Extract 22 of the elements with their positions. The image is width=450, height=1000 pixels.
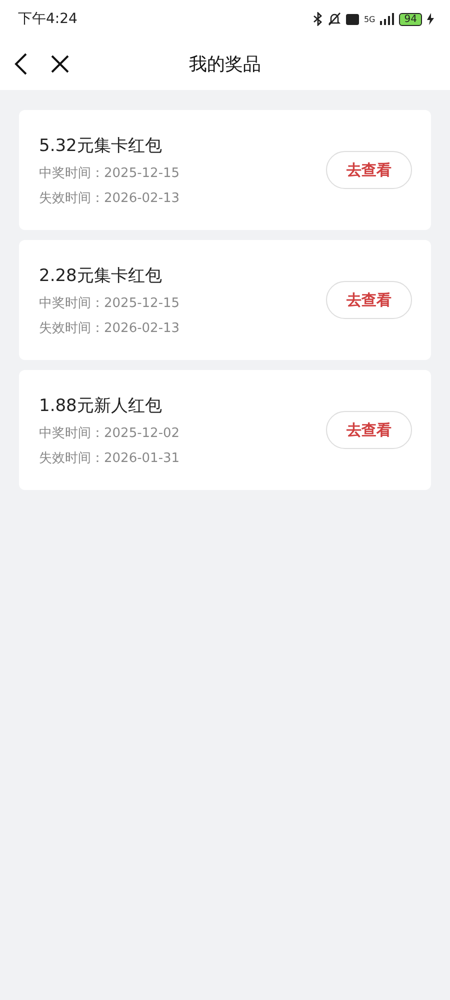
expiry-time: 失效时间：2026-02-13 — [39, 190, 180, 206]
prize-name: 5.32元集卡红包 — [39, 134, 163, 156]
prize-name: 2.28元集卡红包 — [39, 264, 163, 286]
win-time: 中奖时间：2025-12-02 — [39, 424, 180, 442]
battery-level: 94 — [399, 12, 422, 26]
back-icon[interactable] — [14, 52, 28, 76]
bell-muted-icon — [328, 12, 341, 26]
expiry-time: 失效时间：2026-01-31 — [39, 450, 180, 466]
view-button[interactable]: 去查看 — [326, 151, 412, 189]
charging-icon — [427, 13, 434, 25]
page-title: 我的奖品 — [189, 53, 261, 76]
close-icon[interactable] — [50, 54, 70, 74]
expiry-time: 失效时间：2026-02-13 — [39, 320, 180, 336]
bluetooth-icon — [312, 12, 323, 26]
signal-icon — [380, 13, 394, 25]
status-time: 下午4:24 — [18, 10, 78, 28]
view-button[interactable]: 去查看 — [326, 281, 412, 319]
view-button[interactable]: 去查看 — [326, 411, 412, 449]
win-time: 中奖时间：2025-12-15 — [39, 294, 180, 312]
network-label: 5G — [364, 14, 376, 24]
prize-name: 1.88元新人红包 — [39, 394, 163, 416]
win-time: 中奖时间：2025-12-15 — [39, 164, 180, 182]
